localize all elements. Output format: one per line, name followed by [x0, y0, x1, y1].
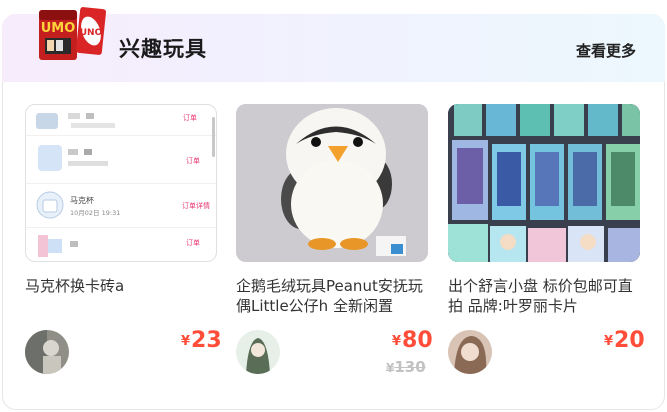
price-value: 20	[614, 328, 645, 353]
product-1-title[interactable]: 马克杯换卡砖a	[25, 276, 221, 296]
order-list-screenshot: 订单 订单 马克杯 10月02日 19:31 订单详情 订单	[26, 113, 216, 257]
logo-text-umo: UMO	[41, 21, 76, 36]
logo-text-uno: UNO	[80, 28, 103, 38]
avatar-image-3	[448, 330, 492, 374]
product-1-price: ¥23	[181, 328, 222, 353]
product-2-original-price: ¥130	[386, 358, 426, 376]
order-row-3-date: 10月02日 19:31	[70, 209, 120, 217]
price-symbol: ¥	[181, 334, 191, 349]
uno-box-logo: UMO UNO	[39, 7, 106, 60]
price-symbol: ¥	[604, 334, 614, 349]
seller-avatar-3[interactable]	[448, 330, 492, 374]
product-1-image[interactable]: 订单 订单 马克杯 10月02日 19:31 订单详情 订单	[25, 104, 217, 262]
see-more-link[interactable]: 查看更多	[576, 40, 636, 61]
product-2-image[interactable]	[236, 104, 428, 262]
product-3-title[interactable]: 出个舒言小盘 标价包邮可直拍 品牌:叶罗丽卡片	[448, 276, 644, 316]
seller-avatar-1[interactable]	[25, 330, 69, 374]
order-row-3-name: 马克杯	[70, 195, 94, 205]
trading-cards-photo	[448, 104, 640, 262]
product-2-title[interactable]: 企鹅毛绒玩具Peanut安抚玩偶Little公仔h 全新闲置	[236, 276, 432, 316]
penguin-plush-photo	[236, 104, 428, 262]
order-row-1-action: 订单	[183, 113, 197, 122]
price-value: 23	[191, 328, 222, 353]
section-title: 兴趣玩具	[119, 37, 207, 61]
seller-avatar-2[interactable]	[236, 330, 280, 374]
order-row-3-action: 订单详情	[182, 201, 210, 210]
avatar-image-2	[236, 330, 280, 374]
price-symbol: ¥	[392, 334, 402, 349]
product-3-price: ¥20	[604, 328, 645, 353]
product-3-image[interactable]	[448, 104, 640, 262]
avatar-image-1	[25, 330, 69, 374]
order-row-2-action: 订单	[186, 156, 200, 165]
order-row-4-action: 订单	[186, 238, 200, 247]
original-price-value: 130	[394, 358, 426, 376]
product-2-price: ¥80	[392, 328, 433, 353]
price-value: 80	[402, 328, 433, 353]
